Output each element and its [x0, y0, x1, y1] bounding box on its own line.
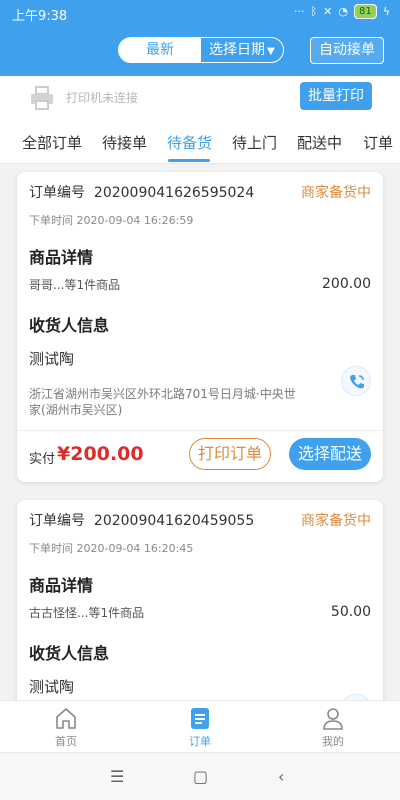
- menu-icon[interactable]: ☰: [110, 767, 124, 786]
- order-number: 订单编号 202009041626595024: [29, 182, 254, 202]
- order-card[interactable]: 订单编号 202009041620459055 商家备货中 下单时间 2020-…: [17, 500, 383, 710]
- status-icons: ··· ᛒ ✕ ◔ 81 ϟ: [294, 4, 390, 19]
- tab-pending-accept[interactable]: 待接单: [102, 132, 147, 153]
- sort-segment: 最新 选择日期 ▼: [118, 37, 284, 63]
- tabbar-home[interactable]: 首页: [26, 705, 106, 749]
- order-time: 下单时间 2020-09-04 16:20:45: [29, 542, 194, 555]
- tabbar-mine[interactable]: 我的: [293, 705, 373, 749]
- status-bar: 上午9:38 ··· ᛒ ✕ ◔ 81 ϟ: [0, 0, 400, 26]
- order-time: 下单时间 2020-09-04 16:26:59: [29, 214, 194, 227]
- order-card[interactable]: 订单编号 202009041626595024 商家备货中 下单时间 2020-…: [17, 172, 383, 482]
- auto-accept-button[interactable]: 自动接单: [310, 37, 384, 64]
- user-icon: [323, 708, 343, 730]
- home-icon: [56, 708, 76, 729]
- charging-icon: ϟ: [382, 5, 390, 18]
- printer-bar: 打印机未连接 批量打印: [0, 76, 400, 120]
- tabbar-orders-label: 订单: [189, 735, 211, 748]
- order-number-label: 订单编号: [29, 513, 85, 529]
- goods-price: 200.00: [322, 276, 371, 292]
- order-number-value: 202009041626595024: [93, 185, 255, 201]
- tab-more-orders[interactable]: 订单: [363, 132, 393, 153]
- order-status: 商家备货中: [301, 185, 371, 201]
- goods-desc: 哥哥...等1件商品: [29, 278, 121, 292]
- receiver-name: 测试陶: [29, 350, 75, 368]
- order-status: 商家备货中: [301, 513, 371, 529]
- mute-icon: ✕: [323, 5, 333, 18]
- card-divider: [17, 430, 383, 431]
- goods-title: 商品详情: [29, 248, 94, 267]
- tabbar-orders[interactable]: 订单: [160, 705, 240, 749]
- batch-print-button[interactable]: 批量打印: [300, 82, 372, 110]
- bottom-tabbar: 首页 订单 我的: [0, 700, 400, 752]
- bluetooth-icon: ᛒ: [310, 5, 318, 18]
- tab-all-orders[interactable]: 全部订单: [22, 132, 82, 153]
- print-order-button[interactable]: 打印订单: [189, 438, 271, 470]
- app-header: 最新 选择日期 ▼ 自动接单: [0, 26, 400, 76]
- tabbar-home-label: 首页: [55, 735, 77, 748]
- caret-down-icon: ▼: [267, 46, 275, 57]
- order-list-icon: [191, 708, 209, 729]
- back-icon[interactable]: ‹: [278, 767, 284, 786]
- active-tab-indicator: [168, 159, 210, 162]
- wifi-icon: ◔: [338, 5, 348, 18]
- paid-amount: ¥200.00: [57, 443, 144, 465]
- printer-status: 打印机未连接: [66, 91, 139, 105]
- order-number-label: 订单编号: [29, 185, 85, 201]
- segment-latest[interactable]: 最新: [119, 38, 201, 62]
- battery-icon: 81: [354, 4, 377, 19]
- tab-pending-stock[interactable]: 待备货: [167, 132, 212, 153]
- receiver-address: 浙江省湖州市吴兴区外环北路701号日月城·中央世家(湖州市吴兴区): [29, 387, 296, 417]
- tab-delivering[interactable]: 配送中: [297, 132, 342, 153]
- tab-pending-pickup[interactable]: 待上门: [232, 132, 277, 153]
- signal-dots-icon: ···: [294, 5, 305, 18]
- tabbar-mine-label: 我的: [322, 735, 344, 748]
- segment-date-label: 选择日期: [209, 42, 265, 58]
- printer-icon: [31, 86, 53, 110]
- call-button[interactable]: [341, 366, 371, 396]
- goods-title: 商品详情: [29, 576, 94, 595]
- receiver-title: 收货人信息: [29, 316, 110, 335]
- system-nav-bar: ☰ ▢ ‹: [0, 752, 400, 800]
- segment-date-select[interactable]: 选择日期 ▼: [201, 38, 283, 62]
- paid-label: 实付: [29, 452, 56, 467]
- phone-icon: [350, 375, 364, 389]
- goods-price: 50.00: [330, 604, 371, 620]
- receiver-title: 收货人信息: [29, 644, 110, 663]
- order-number-value: 202009041620459055: [93, 513, 255, 529]
- order-number: 订单编号 202009041620459055: [29, 510, 254, 530]
- status-time: 上午9:38: [12, 9, 68, 24]
- receiver-name: 测试陶: [29, 678, 75, 696]
- home-square-icon[interactable]: ▢: [193, 767, 208, 786]
- goods-desc: 古古怪怪...等1件商品: [29, 606, 145, 620]
- select-delivery-button[interactable]: 选择配送: [289, 438, 371, 470]
- order-tabs: 全部订单 待接单 待备货 待上门 配送中 订单: [0, 120, 400, 164]
